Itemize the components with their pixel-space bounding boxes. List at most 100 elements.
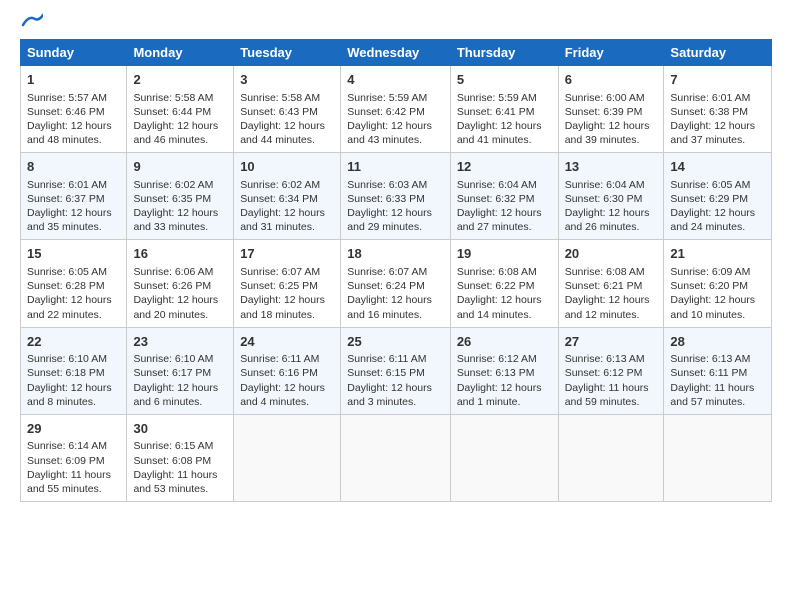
calendar-cell: 6 Sunrise: 6:00 AMSunset: 6:39 PMDaylight…	[558, 66, 664, 153]
calendar-week-1: 1Sunrise: 5:57 AMSunset: 6:46 PMDaylight…	[21, 66, 772, 153]
calendar-cell	[558, 414, 664, 501]
day-number: 9	[133, 158, 227, 176]
calendar-cell: 10 Sunrise: 6:02 AMSunset: 6:34 PMDayligh…	[234, 153, 341, 240]
day-info: Sunrise: 6:11 AMSunset: 6:15 PMDaylight:…	[347, 353, 432, 408]
day-info: Sunrise: 6:10 AMSunset: 6:17 PMDaylight:…	[133, 353, 218, 408]
calendar-cell: 26 Sunrise: 6:12 AMSunset: 6:13 PMDayligh…	[450, 327, 558, 414]
calendar-cell: 22 Sunrise: 6:10 AMSunset: 6:18 PMDayligh…	[21, 327, 127, 414]
day-number: 16	[133, 245, 227, 263]
day-info: Sunrise: 6:09 AMSunset: 6:20 PMDaylight:…	[670, 266, 755, 321]
calendar-week-2: 8 Sunrise: 6:01 AMSunset: 6:37 PMDaylight…	[21, 153, 772, 240]
day-number: 18	[347, 245, 444, 263]
calendar-cell: 25 Sunrise: 6:11 AMSunset: 6:15 PMDayligh…	[341, 327, 451, 414]
calendar-cell: 29 Sunrise: 6:14 AMSunset: 6:09 PMDayligh…	[21, 414, 127, 501]
header	[20, 15, 772, 29]
day-info: Sunrise: 6:07 AMSunset: 6:25 PMDaylight:…	[240, 266, 325, 321]
calendar-cell: 21 Sunrise: 6:09 AMSunset: 6:20 PMDayligh…	[664, 240, 772, 327]
day-number: 24	[240, 333, 334, 351]
day-info: Sunrise: 6:10 AMSunset: 6:18 PMDaylight:…	[27, 353, 112, 408]
day-info: Sunrise: 6:07 AMSunset: 6:24 PMDaylight:…	[347, 266, 432, 321]
day-info: Sunrise: 6:13 AMSunset: 6:11 PMDaylight:…	[670, 353, 754, 408]
day-number: 5	[457, 71, 552, 89]
day-number: 1	[27, 71, 120, 89]
day-number: 30	[133, 420, 227, 438]
calendar-cell: 4Sunrise: 5:59 AMSunset: 6:42 PMDaylight…	[341, 66, 451, 153]
day-info: Sunrise: 6:08 AMSunset: 6:22 PMDaylight:…	[457, 266, 542, 321]
day-info: Sunrise: 6:02 AMSunset: 6:35 PMDaylight:…	[133, 179, 218, 234]
day-info: Sunrise: 6:01 AMSunset: 6:38 PMDaylight:…	[670, 92, 755, 147]
calendar-cell: 2 Sunrise: 5:58 AMSunset: 6:44 PMDaylight…	[127, 66, 234, 153]
calendar-header-tuesday: Tuesday	[234, 40, 341, 66]
day-number: 10	[240, 158, 334, 176]
calendar-header-monday: Monday	[127, 40, 234, 66]
day-info: Sunrise: 6:14 AMSunset: 6:09 PMDaylight:…	[27, 440, 111, 495]
day-number: 20	[565, 245, 658, 263]
day-info: Sunrise: 6:11 AMSunset: 6:16 PMDaylight:…	[240, 353, 325, 408]
day-number: 8	[27, 158, 120, 176]
calendar-cell: 1Sunrise: 5:57 AMSunset: 6:46 PMDaylight…	[21, 66, 127, 153]
calendar-cell: 17 Sunrise: 6:07 AMSunset: 6:25 PMDayligh…	[234, 240, 341, 327]
day-number: 22	[27, 333, 120, 351]
day-number: 29	[27, 420, 120, 438]
day-number: 17	[240, 245, 334, 263]
calendar-cell: 16 Sunrise: 6:06 AMSunset: 6:26 PMDayligh…	[127, 240, 234, 327]
page: SundayMondayTuesdayWednesdayThursdayFrid…	[0, 0, 792, 612]
day-number: 27	[565, 333, 658, 351]
day-number: 7	[670, 71, 765, 89]
day-number: 25	[347, 333, 444, 351]
day-info: Sunrise: 6:04 AMSunset: 6:30 PMDaylight:…	[565, 179, 650, 234]
day-info: Sunrise: 5:59 AMSunset: 6:41 PMDaylight:…	[457, 92, 542, 147]
day-info: Sunrise: 6:06 AMSunset: 6:26 PMDaylight:…	[133, 266, 218, 321]
calendar-cell: 23Sunrise: 6:10 AMSunset: 6:17 PMDayligh…	[127, 327, 234, 414]
day-info: Sunrise: 5:58 AMSunset: 6:44 PMDaylight:…	[133, 92, 218, 147]
logo	[20, 15, 43, 29]
calendar-cell: 18 Sunrise: 6:07 AMSunset: 6:24 PMDayligh…	[341, 240, 451, 327]
calendar-cell: 24 Sunrise: 6:11 AMSunset: 6:16 PMDayligh…	[234, 327, 341, 414]
day-number: 3	[240, 71, 334, 89]
day-number: 12	[457, 158, 552, 176]
calendar-cell: 12 Sunrise: 6:04 AMSunset: 6:32 PMDayligh…	[450, 153, 558, 240]
logo-bird-icon	[21, 13, 43, 29]
day-info: Sunrise: 6:05 AMSunset: 6:28 PMDaylight:…	[27, 266, 112, 321]
calendar-cell: 20 Sunrise: 6:08 AMSunset: 6:21 PMDayligh…	[558, 240, 664, 327]
day-info: Sunrise: 6:08 AMSunset: 6:21 PMDaylight:…	[565, 266, 650, 321]
day-number: 6	[565, 71, 658, 89]
day-number: 2	[133, 71, 227, 89]
calendar-header-wednesday: Wednesday	[341, 40, 451, 66]
day-info: Sunrise: 6:03 AMSunset: 6:33 PMDaylight:…	[347, 179, 432, 234]
calendar-cell: 28 Sunrise: 6:13 AMSunset: 6:11 PMDayligh…	[664, 327, 772, 414]
day-info: Sunrise: 6:00 AMSunset: 6:39 PMDaylight:…	[565, 92, 650, 147]
calendar-cell: 9 Sunrise: 6:02 AMSunset: 6:35 PMDaylight…	[127, 153, 234, 240]
calendar-header-thursday: Thursday	[450, 40, 558, 66]
day-number: 26	[457, 333, 552, 351]
day-number: 28	[670, 333, 765, 351]
calendar-cell: 14Sunrise: 6:05 AMSunset: 6:29 PMDayligh…	[664, 153, 772, 240]
calendar-cell: 19 Sunrise: 6:08 AMSunset: 6:22 PMDayligh…	[450, 240, 558, 327]
day-number: 14	[670, 158, 765, 176]
calendar-cell: 11 Sunrise: 6:03 AMSunset: 6:33 PMDayligh…	[341, 153, 451, 240]
calendar-cell: 5 Sunrise: 5:59 AMSunset: 6:41 PMDaylight…	[450, 66, 558, 153]
day-number: 11	[347, 158, 444, 176]
calendar-cell: 8 Sunrise: 6:01 AMSunset: 6:37 PMDaylight…	[21, 153, 127, 240]
calendar-cell: 27 Sunrise: 6:13 AMSunset: 6:12 PMDayligh…	[558, 327, 664, 414]
day-info: Sunrise: 6:12 AMSunset: 6:13 PMDaylight:…	[457, 353, 542, 408]
day-info: Sunrise: 6:15 AMSunset: 6:08 PMDaylight:…	[133, 440, 217, 495]
calendar-header-friday: Friday	[558, 40, 664, 66]
day-info: Sunrise: 6:02 AMSunset: 6:34 PMDaylight:…	[240, 179, 325, 234]
calendar-cell: 15Sunrise: 6:05 AMSunset: 6:28 PMDayligh…	[21, 240, 127, 327]
day-info: Sunrise: 6:04 AMSunset: 6:32 PMDaylight:…	[457, 179, 542, 234]
day-info: Sunrise: 5:59 AMSunset: 6:42 PMDaylight:…	[347, 92, 432, 147]
calendar-header-sunday: Sunday	[21, 40, 127, 66]
day-info: Sunrise: 5:58 AMSunset: 6:43 PMDaylight:…	[240, 92, 325, 147]
calendar-week-4: 22 Sunrise: 6:10 AMSunset: 6:18 PMDayligh…	[21, 327, 772, 414]
day-number: 21	[670, 245, 765, 263]
calendar-week-3: 15Sunrise: 6:05 AMSunset: 6:28 PMDayligh…	[21, 240, 772, 327]
day-number: 13	[565, 158, 658, 176]
calendar-cell	[450, 414, 558, 501]
calendar-week-5: 29 Sunrise: 6:14 AMSunset: 6:09 PMDayligh…	[21, 414, 772, 501]
day-info: Sunrise: 6:13 AMSunset: 6:12 PMDaylight:…	[565, 353, 649, 408]
day-number: 19	[457, 245, 552, 263]
day-info: Sunrise: 6:01 AMSunset: 6:37 PMDaylight:…	[27, 179, 112, 234]
calendar-cell: 13 Sunrise: 6:04 AMSunset: 6:30 PMDayligh…	[558, 153, 664, 240]
calendar-header-row: SundayMondayTuesdayWednesdayThursdayFrid…	[21, 40, 772, 66]
